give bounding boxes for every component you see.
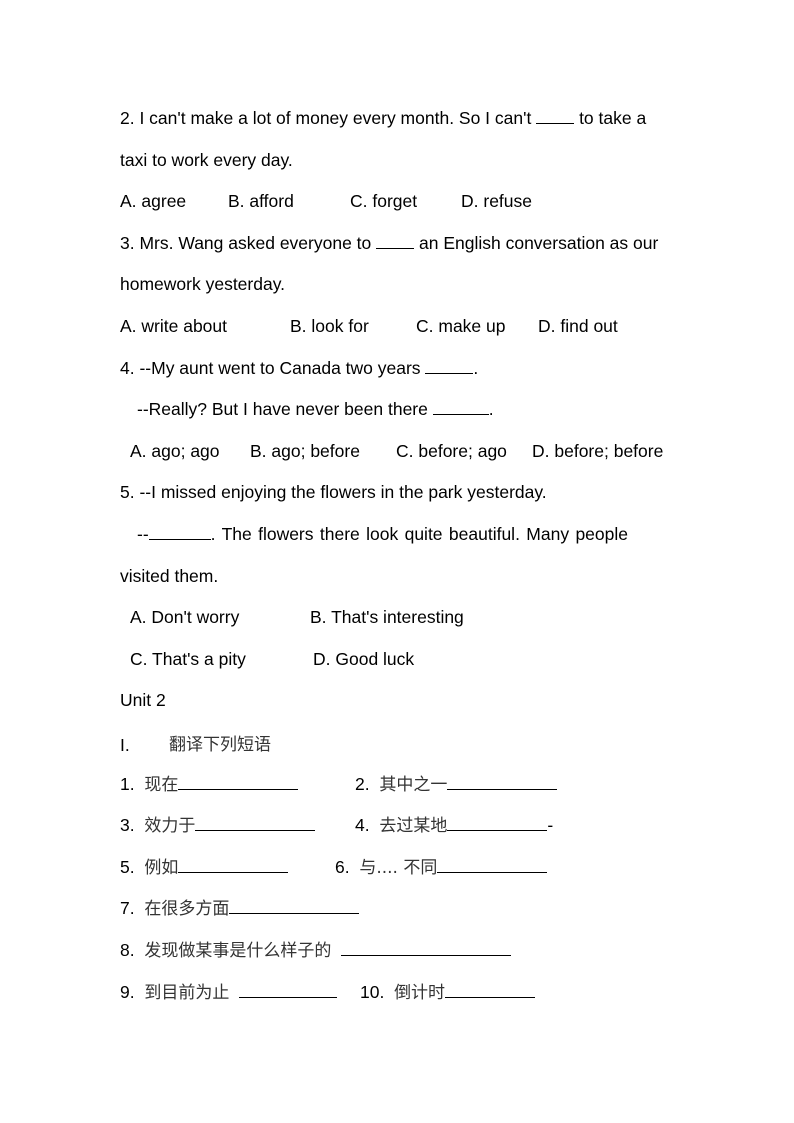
- unit-title: Unit 2: [120, 690, 166, 710]
- option-c: C. That's a pity: [130, 649, 246, 669]
- option-a: A. ago; ago: [130, 441, 220, 461]
- item-text: 现在: [144, 775, 179, 795]
- translation-item-5: 5. 例如: [120, 855, 289, 879]
- item-number: 5.: [120, 857, 135, 877]
- option-b: B. look for: [290, 316, 369, 336]
- question-2-line-1: 2. I can't make a lot of money every mon…: [120, 107, 646, 129]
- item-text: 到目前为止: [144, 983, 230, 1003]
- answer-blank: [178, 772, 299, 790]
- item-text: 例如: [144, 858, 179, 878]
- item-text: 效力于: [144, 816, 196, 836]
- answer-blank: [437, 855, 548, 873]
- question-text: 2. I can't make a lot of money every mon…: [120, 108, 537, 128]
- translation-item-8: 8. 发现做某事是什么样子的: [120, 938, 512, 962]
- translation-item-2: 2. 其中之一: [355, 772, 558, 796]
- item-number: 6.: [335, 857, 350, 877]
- item-number: 10.: [360, 982, 385, 1002]
- question-2-line-2: taxi to work every day.: [120, 150, 293, 170]
- translation-item-1: 1. 现在: [120, 772, 299, 796]
- option-a: A. write about: [120, 316, 227, 336]
- item-number: 8.: [120, 940, 135, 960]
- translation-item-10: 10. 倒计时: [360, 980, 536, 1004]
- answer-blank: [447, 813, 548, 831]
- item-text: 去过某地: [379, 816, 448, 836]
- answer-blank: [432, 398, 489, 415]
- option-a: A. agree: [120, 191, 187, 211]
- item-number: 3.: [120, 815, 135, 835]
- option-b: B. That's interesting: [310, 607, 464, 627]
- section-number: I.: [120, 735, 130, 755]
- translation-item-6: 6. 与.... 不同: [335, 855, 548, 879]
- question-4-line-1: 4. --My aunt went to Canada two years .: [120, 357, 478, 379]
- question-text: .: [488, 399, 494, 419]
- question-text: 3. Mrs. Wang asked everyone to: [120, 233, 377, 253]
- item-number: 4.: [355, 815, 370, 835]
- answer-blank: [178, 855, 289, 873]
- item-text: 倒计时: [394, 983, 446, 1003]
- question-3-line-1: 3. Mrs. Wang asked everyone to an Englis…: [120, 232, 658, 254]
- question-text: --: [137, 524, 149, 544]
- question-text: to take a: [574, 108, 647, 128]
- item-number: 7.: [120, 898, 135, 918]
- question-5-line-3: visited them.: [120, 566, 219, 586]
- item-suffix: -: [547, 815, 554, 835]
- option-c: C. make up: [416, 316, 506, 336]
- translation-item-3: 3. 效力于: [120, 813, 316, 837]
- answer-blank: [239, 980, 338, 998]
- translation-item-9: 9. 到目前为止: [120, 980, 338, 1004]
- answer-blank: [229, 896, 360, 914]
- option-c: C. before; ago: [396, 441, 507, 461]
- option-d: D. find out: [538, 316, 618, 336]
- question-text: .: [473, 358, 479, 378]
- option-b: B. afford: [228, 191, 294, 211]
- option-d: D. refuse: [461, 191, 532, 211]
- question-5-line-1: 5. --I missed enjoying the flowers in th…: [120, 482, 547, 502]
- question-3-line-2: homework yesterday.: [120, 274, 286, 294]
- option-c: C. forget: [350, 191, 418, 211]
- option-a: A. Don't worry: [130, 607, 240, 627]
- option-d: D. before; before: [532, 441, 664, 461]
- answer-blank: [195, 813, 316, 831]
- question-text: --Really? But I have never been there: [137, 399, 433, 419]
- question-text: an English conversation as our: [414, 233, 659, 253]
- item-text: 其中之一: [379, 775, 448, 795]
- translation-item-4: 4. 去过某地 -: [355, 813, 553, 837]
- item-text: 在很多方面: [144, 899, 230, 919]
- question-5-line-2: -- . The flowers there look quite beautif…: [137, 523, 628, 545]
- question-4-line-2: --Really? But I have never been there .: [137, 398, 494, 420]
- answer-blank: [447, 772, 558, 790]
- translation-item-7: 7. 在很多方面: [120, 896, 360, 920]
- item-text: 发现做某事是什么样子的: [144, 941, 332, 961]
- answer-blank: [148, 523, 211, 540]
- answer-blank: [445, 980, 536, 998]
- item-number: 1.: [120, 774, 135, 794]
- question-text: . The flowers there look quite beautiful…: [210, 524, 628, 544]
- question-text: 4. --My aunt went to Canada two years: [120, 358, 426, 378]
- item-text: 与.... 不同: [359, 858, 438, 878]
- answer-blank: [341, 938, 512, 956]
- option-b: B. ago; before: [250, 441, 360, 461]
- item-number: 9.: [120, 982, 135, 1002]
- answer-blank: [376, 232, 415, 249]
- answer-blank: [425, 357, 474, 374]
- option-d: D. Good luck: [313, 649, 415, 669]
- item-number: 2.: [355, 774, 370, 794]
- section-title: 翻译下列短语: [169, 735, 271, 755]
- answer-blank: [536, 107, 575, 124]
